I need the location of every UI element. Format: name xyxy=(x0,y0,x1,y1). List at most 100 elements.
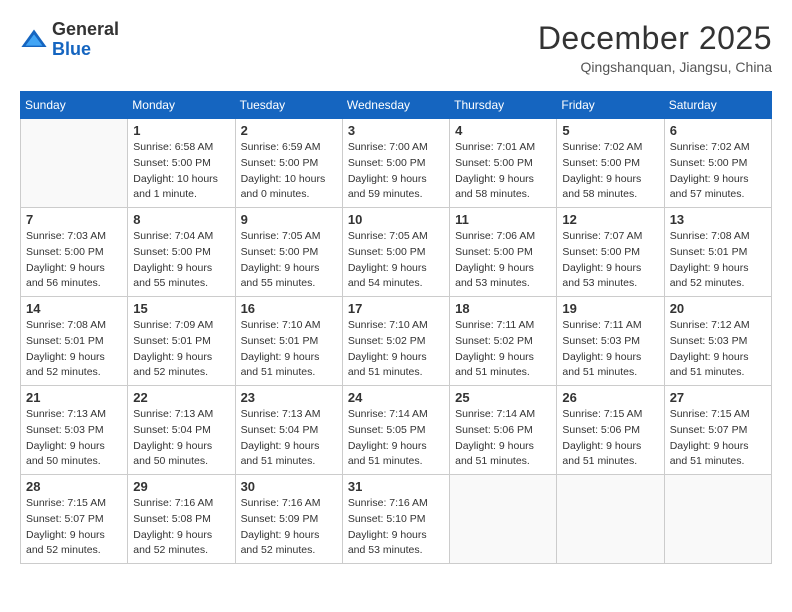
day-number: 5 xyxy=(562,123,658,138)
calendar-cell: 13 Sunrise: 7:08 AMSunset: 5:01 PMDayligh… xyxy=(664,208,771,297)
day-info: Sunrise: 6:58 AMSunset: 5:00 PMDaylight:… xyxy=(133,140,229,203)
calendar-cell: 14Sunrise: 7:08 AMSunset: 5:01 PMDayligh… xyxy=(21,297,128,386)
weekday-header: Thursday xyxy=(450,92,557,119)
day-number: 16 xyxy=(241,301,337,316)
calendar-cell: 21 Sunrise: 7:13 AMSunset: 5:03 PMDayligh… xyxy=(21,386,128,475)
day-number: 7 xyxy=(26,212,122,227)
calendar-cell: 23 Sunrise: 7:13 AMSunset: 5:04 PMDayligh… xyxy=(235,386,342,475)
calendar-cell: 3 Sunrise: 7:00 AMSunset: 5:00 PMDaylight… xyxy=(342,119,449,208)
weekday-header: Friday xyxy=(557,92,664,119)
logo-blue: Blue xyxy=(52,40,119,60)
day-number: 3 xyxy=(348,123,444,138)
weekday-header: Monday xyxy=(128,92,235,119)
calendar-cell: 6 Sunrise: 7:02 AMSunset: 5:00 PMDaylight… xyxy=(664,119,771,208)
calendar-cell: 31Sunrise: 7:16 AMSunset: 5:10 PMDayligh… xyxy=(342,475,449,564)
calendar-cell: 18Sunrise: 7:11 AMSunset: 5:02 PMDayligh… xyxy=(450,297,557,386)
calendar-cell: 22 Sunrise: 7:13 AMSunset: 5:04 PMDayligh… xyxy=(128,386,235,475)
day-info: Sunrise: 7:08 AMSunset: 5:01 PMDaylight:… xyxy=(670,229,766,292)
title-block: December 2025 Qingshanquan, Jiangsu, Chi… xyxy=(538,20,772,75)
weekday-header: Wednesday xyxy=(342,92,449,119)
day-info: Sunrise: 7:10 AMSunset: 5:01 PMDaylight:… xyxy=(241,318,337,381)
calendar-cell: 1Sunrise: 6:58 AMSunset: 5:00 PMDaylight… xyxy=(128,119,235,208)
calendar-cell xyxy=(450,475,557,564)
day-info: Sunrise: 7:15 AMSunset: 5:06 PMDaylight:… xyxy=(562,407,658,470)
calendar-cell: 8Sunrise: 7:04 AMSunset: 5:00 PMDaylight… xyxy=(128,208,235,297)
calendar-week-row: 28 Sunrise: 7:15 AMSunset: 5:07 PMDayligh… xyxy=(21,475,772,564)
day-info: Sunrise: 7:11 AMSunset: 5:02 PMDaylight:… xyxy=(455,318,551,381)
day-number: 30 xyxy=(241,479,337,494)
day-info: Sunrise: 7:13 AMSunset: 5:04 PMDaylight:… xyxy=(133,407,229,470)
calendar-cell: 11Sunrise: 7:06 AMSunset: 5:00 PMDayligh… xyxy=(450,208,557,297)
calendar-cell: 16 Sunrise: 7:10 AMSunset: 5:01 PMDayligh… xyxy=(235,297,342,386)
calendar-cell: 4 Sunrise: 7:01 AMSunset: 5:00 PMDaylight… xyxy=(450,119,557,208)
calendar-cell: 19Sunrise: 7:11 AMSunset: 5:03 PMDayligh… xyxy=(557,297,664,386)
day-number: 23 xyxy=(241,390,337,405)
day-number: 12 xyxy=(562,212,658,227)
page-header: General Blue December 2025 Qingshanquan,… xyxy=(20,20,772,75)
calendar-cell: 20Sunrise: 7:12 AMSunset: 5:03 PMDayligh… xyxy=(664,297,771,386)
calendar-cell: 17 Sunrise: 7:10 AMSunset: 5:02 PMDayligh… xyxy=(342,297,449,386)
day-number: 20 xyxy=(670,301,766,316)
calendar-cell: 9 Sunrise: 7:05 AMSunset: 5:00 PMDaylight… xyxy=(235,208,342,297)
calendar-cell xyxy=(664,475,771,564)
calendar-cell xyxy=(21,119,128,208)
day-number: 6 xyxy=(670,123,766,138)
calendar-cell xyxy=(557,475,664,564)
day-info: Sunrise: 7:05 AMSunset: 5:00 PMDaylight:… xyxy=(241,229,337,292)
day-info: Sunrise: 7:07 AMSunset: 5:00 PMDaylight:… xyxy=(562,229,658,292)
day-info: Sunrise: 7:10 AMSunset: 5:02 PMDaylight:… xyxy=(348,318,444,381)
calendar-cell: 15Sunrise: 7:09 AMSunset: 5:01 PMDayligh… xyxy=(128,297,235,386)
day-info: Sunrise: 7:01 AMSunset: 5:00 PMDaylight:… xyxy=(455,140,551,203)
day-info: Sunrise: 7:00 AMSunset: 5:00 PMDaylight:… xyxy=(348,140,444,203)
calendar-week-row: 14Sunrise: 7:08 AMSunset: 5:01 PMDayligh… xyxy=(21,297,772,386)
calendar-cell: 24 Sunrise: 7:14 AMSunset: 5:05 PMDayligh… xyxy=(342,386,449,475)
day-number: 9 xyxy=(241,212,337,227)
day-number: 22 xyxy=(133,390,229,405)
day-info: Sunrise: 6:59 AMSunset: 5:00 PMDaylight:… xyxy=(241,140,337,203)
day-info: Sunrise: 7:02 AMSunset: 5:00 PMDaylight:… xyxy=(562,140,658,203)
logo: General Blue xyxy=(20,20,119,60)
calendar-header-row: SundayMondayTuesdayWednesdayThursdayFrid… xyxy=(21,92,772,119)
calendar-week-row: 21 Sunrise: 7:13 AMSunset: 5:03 PMDayligh… xyxy=(21,386,772,475)
calendar-cell: 26Sunrise: 7:15 AMSunset: 5:06 PMDayligh… xyxy=(557,386,664,475)
calendar-week-row: 1Sunrise: 6:58 AMSunset: 5:00 PMDaylight… xyxy=(21,119,772,208)
day-info: Sunrise: 7:15 AMSunset: 5:07 PMDaylight:… xyxy=(670,407,766,470)
day-number: 27 xyxy=(670,390,766,405)
day-number: 24 xyxy=(348,390,444,405)
day-number: 15 xyxy=(133,301,229,316)
day-number: 29 xyxy=(133,479,229,494)
weekday-header: Saturday xyxy=(664,92,771,119)
weekday-header: Sunday xyxy=(21,92,128,119)
day-number: 25 xyxy=(455,390,551,405)
location: Qingshanquan, Jiangsu, China xyxy=(538,59,772,75)
calendar-week-row: 7Sunrise: 7:03 AMSunset: 5:00 PMDaylight… xyxy=(21,208,772,297)
calendar-cell: 29 Sunrise: 7:16 AMSunset: 5:08 PMDayligh… xyxy=(128,475,235,564)
calendar-cell: 5 Sunrise: 7:02 AMSunset: 5:00 PMDaylight… xyxy=(557,119,664,208)
calendar-table: SundayMondayTuesdayWednesdayThursdayFrid… xyxy=(20,91,772,564)
day-number: 17 xyxy=(348,301,444,316)
day-info: Sunrise: 7:13 AMSunset: 5:04 PMDaylight:… xyxy=(241,407,337,470)
calendar-cell: 27 Sunrise: 7:15 AMSunset: 5:07 PMDayligh… xyxy=(664,386,771,475)
day-number: 8 xyxy=(133,212,229,227)
day-info: Sunrise: 7:02 AMSunset: 5:00 PMDaylight:… xyxy=(670,140,766,203)
day-info: Sunrise: 7:08 AMSunset: 5:01 PMDaylight:… xyxy=(26,318,122,381)
day-number: 13 xyxy=(670,212,766,227)
day-number: 10 xyxy=(348,212,444,227)
month-title: December 2025 xyxy=(538,20,772,57)
day-number: 21 xyxy=(26,390,122,405)
day-number: 4 xyxy=(455,123,551,138)
day-number: 28 xyxy=(26,479,122,494)
day-info: Sunrise: 7:05 AMSunset: 5:00 PMDaylight:… xyxy=(348,229,444,292)
day-info: Sunrise: 7:14 AMSunset: 5:06 PMDaylight:… xyxy=(455,407,551,470)
day-number: 2 xyxy=(241,123,337,138)
day-info: Sunrise: 7:11 AMSunset: 5:03 PMDaylight:… xyxy=(562,318,658,381)
weekday-header: Tuesday xyxy=(235,92,342,119)
calendar-cell: 30 Sunrise: 7:16 AMSunset: 5:09 PMDayligh… xyxy=(235,475,342,564)
day-info: Sunrise: 7:16 AMSunset: 5:09 PMDaylight:… xyxy=(241,496,337,559)
day-info: Sunrise: 7:13 AMSunset: 5:03 PMDaylight:… xyxy=(26,407,122,470)
day-info: Sunrise: 7:16 AMSunset: 5:08 PMDaylight:… xyxy=(133,496,229,559)
calendar-cell: 7Sunrise: 7:03 AMSunset: 5:00 PMDaylight… xyxy=(21,208,128,297)
day-info: Sunrise: 7:14 AMSunset: 5:05 PMDaylight:… xyxy=(348,407,444,470)
day-number: 31 xyxy=(348,479,444,494)
day-info: Sunrise: 7:15 AMSunset: 5:07 PMDaylight:… xyxy=(26,496,122,559)
